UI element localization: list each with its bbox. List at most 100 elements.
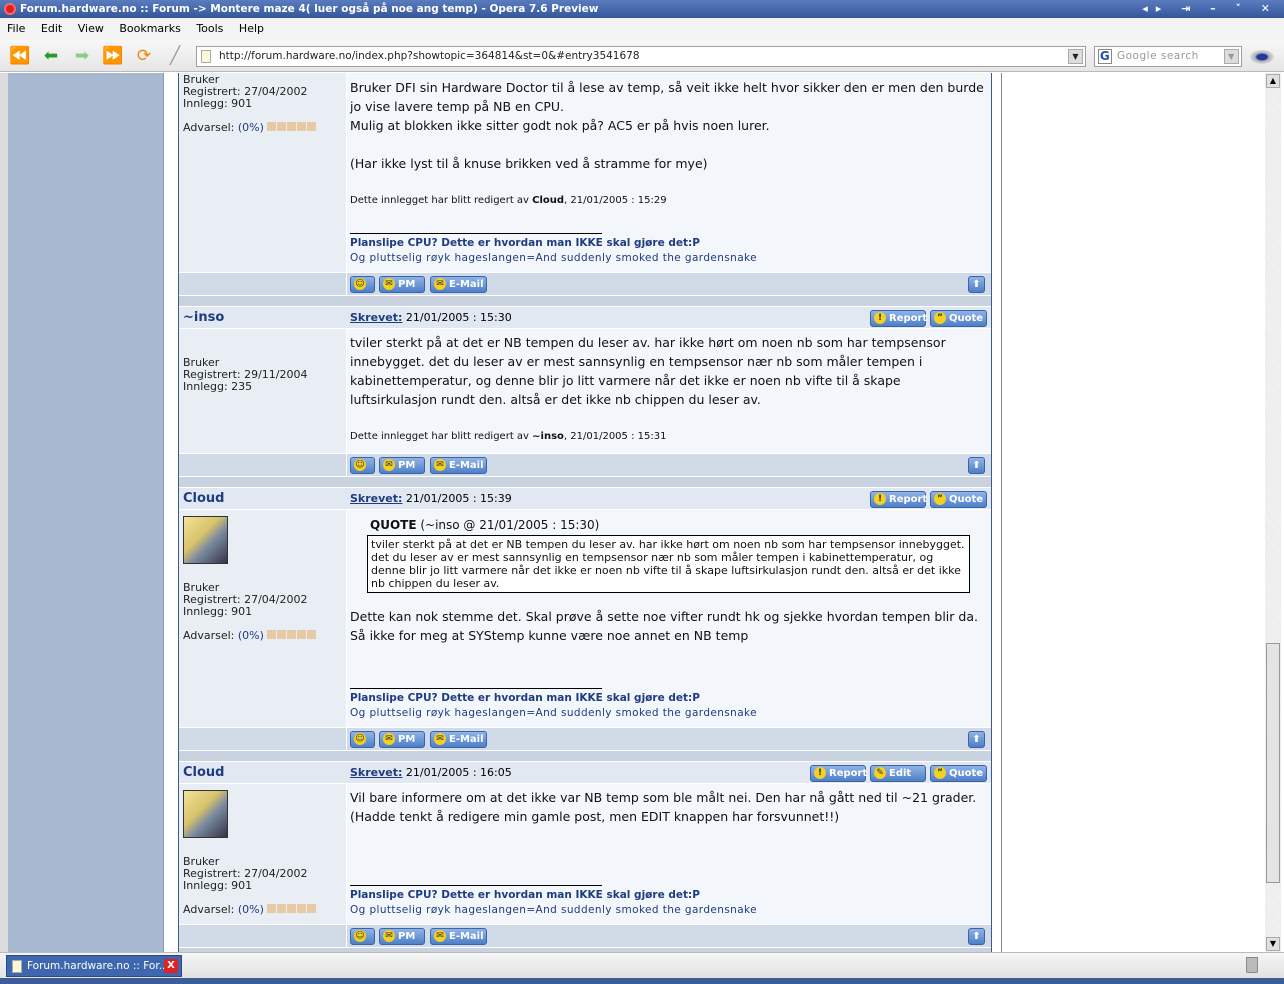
quote-box: tviler sterkt på at det er NB tempen du … (367, 535, 970, 593)
posted-link[interactable]: Skrevet: (350, 766, 402, 779)
scroll-up-icon[interactable]: ▲ (1266, 74, 1280, 88)
author-name[interactable]: Cloud (179, 488, 347, 509)
window-title: Forum.hardware.no :: Forum -> Montere ma… (20, 3, 599, 15)
author-info: Bruker Registrert: 29/11/2004 Innlegg: 235 (179, 329, 347, 453)
posted-link[interactable]: Skrevet: (350, 311, 402, 324)
quote-button[interactable]: ” Quote (930, 491, 987, 508)
post-text-line: Vil bare informere om at det ikke var NB… (350, 790, 977, 805)
report-button[interactable]: ! Report (870, 491, 927, 508)
quote-label: QUOTE (370, 518, 417, 532)
fast-forward-icon[interactable]: ⏩ (102, 46, 124, 66)
report-button[interactable]: ! Report (810, 765, 867, 782)
back-icon[interactable]: ⬅ (40, 46, 62, 66)
post: Cloud Skrevet: 21/01/2005 : 16:05 ” Quote ✎ E… (179, 762, 991, 952)
author-info: Bruker Registrert: 27/04/2002 Innlegg: 901… (179, 510, 347, 727)
post-text-line: Dette kan nok stemme det. Skal prøve å s… (350, 609, 978, 624)
post-row: Bruker Registrert: 27/04/2002 Innlegg: 901… (179, 784, 991, 924)
rewind-icon[interactable]: ⏪ (9, 46, 31, 66)
profile-button[interactable]: ☺ (350, 928, 375, 945)
edit-pen-icon[interactable]: ╱ (164, 46, 186, 66)
taskbar (0, 978, 1284, 984)
report-icon: ! (814, 767, 826, 779)
edited-date: , 21/01/2005 : 15:31 (563, 431, 667, 442)
warning-box (297, 904, 307, 913)
trash-icon[interactable] (1246, 957, 1258, 973)
profile-button[interactable]: ☺ (350, 276, 375, 293)
quote-icon: ” (934, 767, 946, 779)
author-info: Bruker Registrert: 27/04/2002 Innlegg: 901… (179, 73, 347, 272)
email-label: E-Mail (449, 460, 484, 471)
email-label: E-Mail (449, 734, 484, 745)
back-to-top-button[interactable]: ⬆ (968, 457, 985, 474)
tab-forum[interactable]: Forum.hardware.no :: For... X (6, 955, 182, 977)
posted-link[interactable]: Skrevet: (350, 492, 402, 505)
warning-level: Advarsel: (0%) (183, 904, 342, 916)
reload-icon[interactable]: ⟳ (133, 46, 155, 66)
menu-help[interactable]: Help (239, 22, 264, 35)
post-body: tviler sterkt på at det er NB tempen du … (347, 329, 991, 453)
post-date: 21/01/2005 : 16:05 (405, 766, 512, 779)
signature-line-1[interactable]: Planslipe CPU? Dette er hvordan man IKKE… (350, 888, 757, 903)
pm-label: PM (398, 460, 416, 471)
menu-bookmarks[interactable]: Bookmarks (119, 22, 180, 35)
warning-meter (267, 630, 317, 642)
forward-icon[interactable]: ➡ (71, 46, 93, 66)
menu-file[interactable]: File (7, 22, 25, 35)
email-icon: ✉ (434, 930, 446, 942)
warning-box (307, 122, 317, 131)
pm-icon: ✉ (383, 930, 395, 942)
signature-line-1[interactable]: Planslipe CPU? Dette er hvordan man IKKE… (350, 236, 757, 251)
close-tab-icon[interactable]: X (164, 959, 178, 973)
pm-button[interactable]: ✉ PM (379, 276, 425, 293)
edit-button[interactable]: ✎ Edit (870, 765, 926, 782)
back-to-top-button[interactable]: ⬆ (968, 276, 985, 293)
back-to-top-button[interactable]: ⬆ (968, 928, 985, 945)
search-placeholder: Google search (1117, 50, 1199, 62)
menu-view[interactable]: View (78, 22, 104, 35)
warning-label: Advarsel: (183, 121, 235, 134)
address-field[interactable]: http://forum.hardware.no/index.php?showt… (196, 46, 1086, 67)
quote-icon: ” (934, 493, 946, 505)
quote-button[interactable]: ” Quote (930, 765, 987, 782)
author-name[interactable]: Cloud (179, 762, 347, 783)
signature-divider (350, 688, 602, 689)
warning-box (307, 904, 317, 913)
menu-tools[interactable]: Tools (196, 22, 223, 35)
post-separator (179, 750, 991, 762)
edited-by: ~inso (532, 431, 564, 442)
email-button[interactable]: ✉ E-Mail (430, 457, 487, 474)
quote-button[interactable]: ” Quote (930, 310, 987, 327)
menu-edit[interactable]: Edit (41, 22, 62, 35)
email-button[interactable]: ✉ E-Mail (430, 928, 487, 945)
scroll-thumb[interactable] (1266, 643, 1280, 883)
email-button[interactable]: ✉ E-Mail (430, 276, 487, 293)
signature-line-1[interactable]: Planslipe CPU? Dette er hvordan man IKKE… (350, 691, 757, 706)
signature-divider (350, 885, 602, 886)
report-button[interactable]: ! Report (870, 310, 927, 327)
pm-button[interactable]: ✉ PM (379, 457, 425, 474)
back-to-top-button[interactable]: ⬆ (968, 731, 985, 748)
author-name[interactable]: ~inso (179, 307, 347, 328)
eye-icon[interactable] (1250, 50, 1274, 64)
email-button[interactable]: ✉ E-Mail (430, 731, 487, 748)
pm-button[interactable]: ✉ PM (379, 928, 425, 945)
search-dropdown-icon[interactable]: ▼ (1224, 49, 1239, 64)
post-meta: Skrevet: 21/01/2005 : 16:05 ” Quote ✎ Edit! R… (347, 762, 991, 783)
warning-level: Advarsel: (0%) (183, 122, 342, 134)
scroll-down-icon[interactable]: ▼ (1266, 937, 1280, 951)
avatar (183, 790, 228, 838)
panel-edge[interactable] (0, 73, 8, 952)
warning-meter (267, 122, 317, 134)
profile-button[interactable]: ☺ (350, 731, 375, 748)
quote-label: Quote (949, 494, 984, 505)
footer-spacer (179, 273, 347, 295)
search-field[interactable]: G Google search ▼ (1094, 46, 1242, 67)
address-dropdown-icon[interactable]: ▼ (1068, 49, 1083, 64)
window-controls[interactable]: ◂▸ ⇥ – ˅ ✕ (1142, 0, 1278, 18)
profile-button[interactable]: ☺ (350, 457, 375, 474)
vertical-scrollbar[interactable]: ▲ ▼ (1265, 73, 1281, 952)
post-text-line: (Hadde tenkt å redigere min gamle post, … (350, 809, 840, 824)
quote-meta: (~inso @ 21/01/2005 : 15:30) (416, 518, 600, 532)
pm-button[interactable]: ✉ PM (379, 731, 425, 748)
post-header: ~inso Skrevet: 21/01/2005 : 15:30” Quote! R… (179, 307, 991, 329)
